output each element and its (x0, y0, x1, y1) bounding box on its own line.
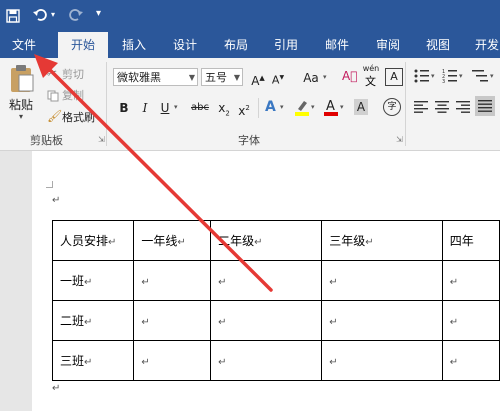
annotation-arrow (34, 54, 273, 292)
arrow-shaft (44, 64, 273, 292)
